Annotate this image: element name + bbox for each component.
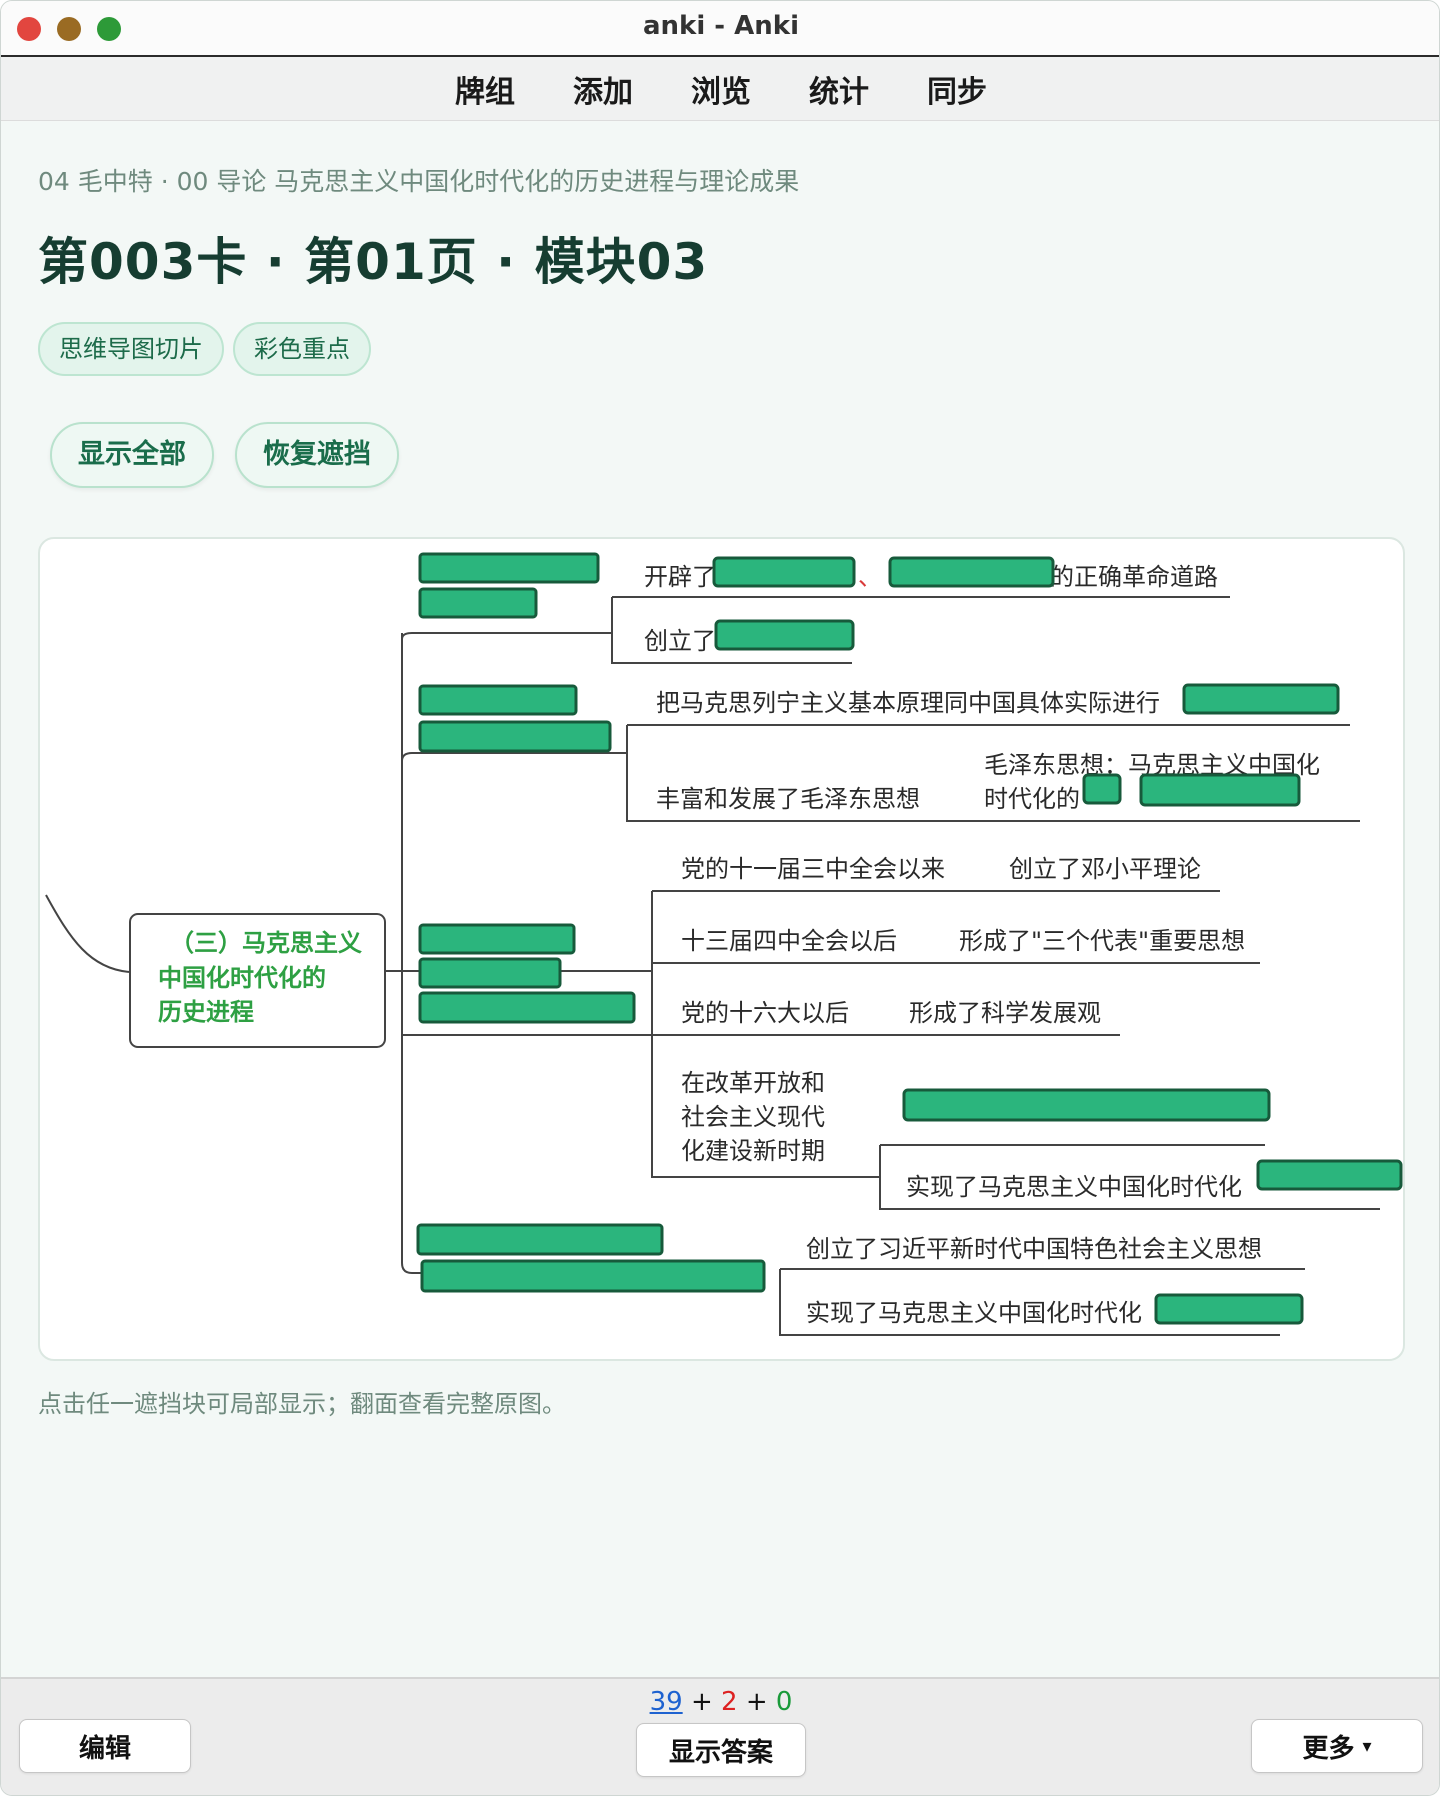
- menu-stats[interactable]: 统计: [809, 67, 869, 111]
- title-bar: anki - Anki: [1, 1, 1439, 57]
- count-new[interactable]: 39: [650, 1687, 683, 1717]
- edit-button[interactable]: 编辑: [19, 1719, 191, 1773]
- occlusion-mask[interactable]: [418, 957, 562, 989]
- more-label: 更多: [1302, 1733, 1355, 1764]
- menu-decks[interactable]: 牌组: [455, 67, 515, 111]
- occlusion-mask[interactable]: [418, 991, 636, 1024]
- mindmap-image: （三）马克思主义 中国化时代化的 历史进程 开辟了 、 的正确革命道路 创立了 …: [38, 537, 1405, 1361]
- node-b4-realized: 实现了马克思主义中国化时代化: [806, 1299, 1142, 1327]
- occlusion-mask[interactable]: [888, 556, 1055, 588]
- occlusion-mask[interactable]: [1256, 1159, 1403, 1191]
- node-b2-enrich: 丰富和发展了毛泽东思想: [656, 785, 920, 813]
- more-button[interactable]: 更多 ▾: [1251, 1719, 1423, 1773]
- tag-mindmap: 思维导图切片: [38, 322, 224, 376]
- occlusion-mask[interactable]: [418, 684, 578, 716]
- occlusion-mask[interactable]: [418, 587, 538, 619]
- node-b2-combine: 把马克思列宁主义基本原理同中国具体实际进行: [656, 689, 1160, 717]
- breadcrumb: 04 毛中特 · 00 导论 马克思主义中国化时代化的历史进程与理论成果: [38, 167, 800, 196]
- occlusion-mask[interactable]: [712, 556, 856, 588]
- card-title: 第003卡 · 第01页 · 模块03: [38, 233, 709, 291]
- occlusion-mask[interactable]: [418, 552, 600, 584]
- chevron-down-icon: ▾: [1362, 1735, 1372, 1757]
- card-content: 04 毛中特 · 00 导论 马克思主义中国化时代化的历史进程与理论成果 第00…: [1, 122, 1439, 1677]
- menu-sync[interactable]: 同步: [927, 67, 987, 111]
- due-counts: 39 + 2 + 0: [1, 1687, 1439, 1717]
- node-b1-suffix: 的正确革命道路: [1050, 563, 1218, 591]
- node-b3-fourth-plenum: 十三届四中全会以后: [681, 927, 897, 955]
- menu-add[interactable]: 添加: [573, 67, 633, 111]
- menu-browse[interactable]: 浏览: [691, 67, 751, 111]
- node-b3-realized: 实现了马克思主义中国化时代化: [906, 1173, 1242, 1201]
- occlusion-mask[interactable]: [1082, 773, 1122, 805]
- app-window: anki - Anki 牌组 添加 浏览 统计 同步 04 毛中特 · 00 导…: [0, 0, 1440, 1796]
- node-b1-comma: 、: [858, 563, 882, 591]
- plus-sign: +: [690, 1687, 713, 1717]
- restore-occlusion-button[interactable]: 恢复遮挡: [235, 422, 399, 488]
- occlusion-mask[interactable]: [418, 923, 576, 955]
- occlusion-mask[interactable]: [902, 1088, 1271, 1122]
- review-bottom-bar: 39 + 2 + 0 编辑 显示答案 更多 ▾: [1, 1677, 1439, 1795]
- show-answer-button[interactable]: 显示答案: [636, 1723, 806, 1777]
- plus-sign: +: [745, 1687, 768, 1717]
- occlusion-hint: 点击任一遮挡块可局部显示；翻面查看完整原图。: [38, 1390, 566, 1418]
- node-b4-xi: 创立了习近平新时代中国特色社会主义思想: [806, 1235, 1262, 1263]
- mindmap-svg: （三）马克思主义 中国化时代化的 历史进程 开辟了 、 的正确革命道路 创立了 …: [45, 552, 1403, 1336]
- root-line-2: 中国化时代化的: [158, 964, 326, 992]
- node-b3-scientific: 形成了科学发展观: [909, 999, 1101, 1027]
- occlusion-mask[interactable]: [416, 1223, 664, 1256]
- node-b3-deng: 创立了邓小平理论: [1009, 855, 1201, 883]
- occlusion-mask[interactable]: [1139, 773, 1301, 807]
- main-toolbar: 牌组 添加 浏览 统计 同步: [1, 57, 1439, 121]
- node-b1-opened: 开辟了: [644, 563, 716, 591]
- occlusion-masks: [416, 552, 1403, 1325]
- node-b3-reform-3: 化建设新时期: [681, 1137, 825, 1165]
- count-learn: 2: [721, 1687, 738, 1717]
- count-review: 0: [775, 1687, 793, 1717]
- node-b1-founded: 创立了: [644, 627, 716, 655]
- mindmap-root-node: （三）马克思主义 中国化时代化的 历史进程: [158, 929, 362, 1026]
- occlusion-mask[interactable]: [420, 1259, 766, 1293]
- node-b2-mzd-2: 时代化的: [984, 785, 1080, 813]
- occlusion-mask[interactable]: [1182, 683, 1340, 715]
- show-all-button[interactable]: 显示全部: [50, 422, 214, 488]
- occlusion-mask[interactable]: [714, 619, 855, 651]
- node-b3-third-plenum: 党的十一届三中全会以来: [681, 855, 945, 883]
- node-b3-reform-2: 社会主义现代: [681, 1103, 825, 1131]
- window-title: anki - Anki: [643, 11, 799, 41]
- node-b3-three-represents: 形成了"三个代表"重要思想: [959, 927, 1245, 955]
- occlusion-mask[interactable]: [418, 720, 612, 753]
- root-line-3: 历史进程: [158, 998, 254, 1026]
- node-b3-reform-1: 在改革开放和: [681, 1069, 825, 1097]
- root-line-1: （三）马克思主义: [170, 929, 362, 957]
- tag-highlight: 彩色重点: [233, 322, 371, 376]
- occlusion-mask[interactable]: [1154, 1293, 1304, 1325]
- node-b3-16th: 党的十六大以后: [681, 999, 849, 1027]
